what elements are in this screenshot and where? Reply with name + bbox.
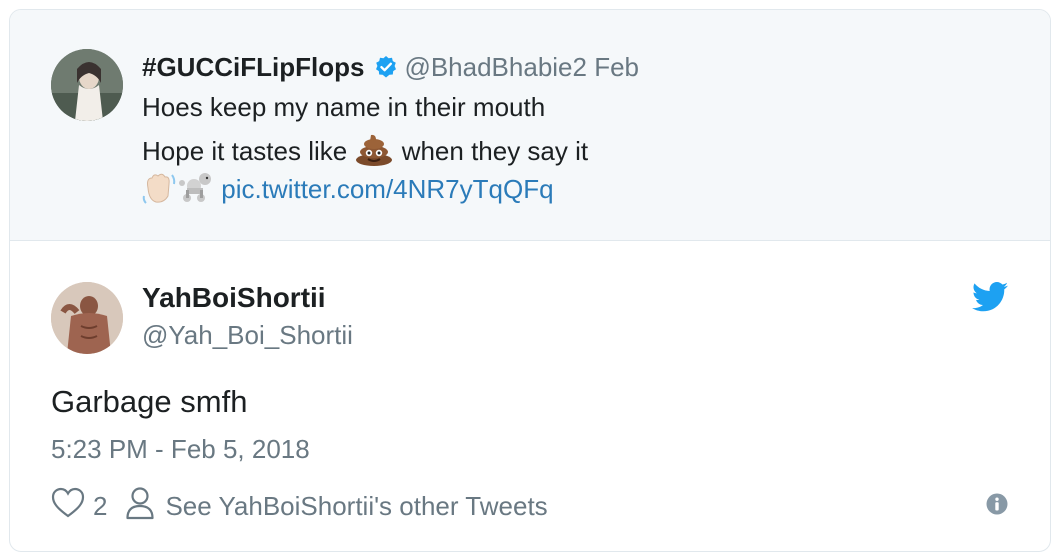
quoted-text-line-2-start: Hope it tastes like: [142, 136, 348, 166]
quoted-handle-date[interactable]: @BhadBhabie2 Feb: [404, 52, 639, 82]
quoted-author-avatar[interactable]: [51, 49, 123, 121]
info-icon[interactable]: [986, 493, 1008, 515]
quoted-media-link[interactable]: pic.twitter.com/4NR7yTqQFq: [221, 174, 553, 204]
poop-emoji-icon: [354, 132, 394, 173]
like-count: 2: [93, 490, 108, 521]
quoted-text-line-2: Hope it tastes like when they say it: [142, 132, 588, 173]
verified-badge-icon: [374, 55, 398, 79]
author-avatar[interactable]: [51, 282, 123, 354]
quoted-text-line-1: Hoes keep my name in their mouth: [142, 92, 546, 122]
author-handle[interactable]: @Yah_Boi_Shortii: [142, 320, 353, 351]
tweet-actions: 2 See YahBoiShortii's other Tweets: [51, 486, 548, 527]
quoted-text-line-3: pic.twitter.com/4NR7yTqQFq: [142, 170, 554, 211]
person-icon[interactable]: [125, 486, 165, 527]
poodle-emoji-icon: [178, 170, 214, 211]
heart-icon[interactable]: [51, 487, 85, 526]
quoted-text-line-2-end: when they say it: [401, 136, 589, 166]
embedded-tweet-card: #GUCCiFLipFlops @BhadBhabie2 Feb Hoes kee…: [9, 9, 1051, 552]
tweet-timestamp[interactable]: 5:23 PM - Feb 5, 2018: [51, 434, 310, 465]
waving-hand-emoji-icon: [142, 170, 178, 211]
tweet-text: Garbage smfh: [51, 384, 248, 419]
quoted-display-name[interactable]: #GUCCiFLipFlops: [142, 52, 364, 82]
quoted-tweet[interactable]: #GUCCiFLipFlops @BhadBhabie2 Feb Hoes kee…: [10, 10, 1050, 241]
twitter-bird-icon[interactable]: [972, 282, 1008, 312]
quoted-tweet-header: #GUCCiFLipFlops @BhadBhabie2 Feb: [142, 52, 639, 83]
author-display-name[interactable]: YahBoiShortii: [142, 282, 326, 314]
see-other-tweets-link[interactable]: See YahBoiShortii's other Tweets: [165, 491, 547, 522]
